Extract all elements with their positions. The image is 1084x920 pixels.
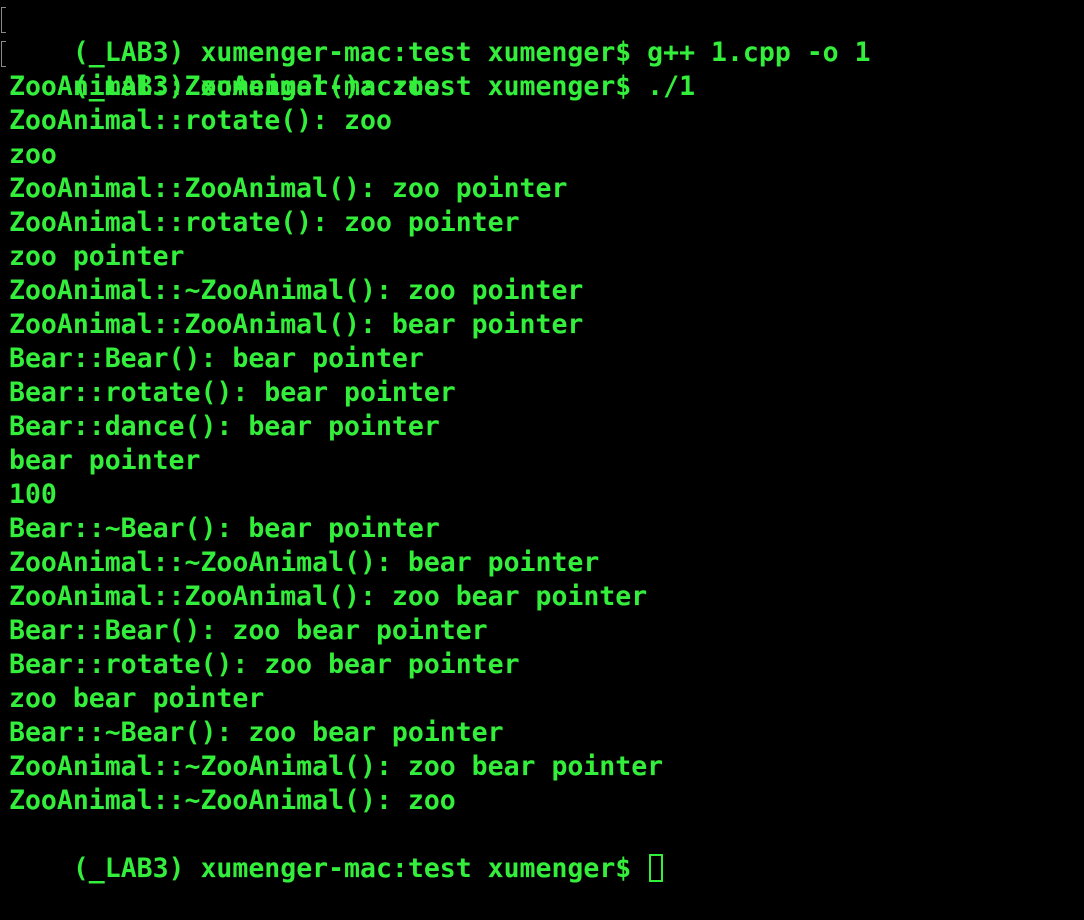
- line-marker: [1, 7, 6, 33]
- output-line: ZooAnimal::~ZooAnimal(): zoo bear pointe…: [9, 751, 664, 782]
- output-line: Bear::~Bear(): bear pointer: [9, 513, 440, 544]
- output-line: ZooAnimal::rotate(): zoo pointer: [9, 207, 520, 238]
- output-line: Bear::Bear(): bear pointer: [9, 343, 424, 374]
- output-line: Bear::dance(): bear pointer: [9, 411, 440, 442]
- output-line: ZooAnimal::ZooAnimal(): zoo: [9, 71, 440, 102]
- line-marker: [1, 41, 6, 67]
- output-line: Bear::Bear(): zoo bear pointer: [9, 615, 488, 646]
- terminal-window[interactable]: (_LAB3) xumenger-mac:test xumenger$ g++ …: [0, 0, 1084, 884]
- output-line: ZooAnimal::ZooAnimal(): bear pointer: [9, 309, 584, 340]
- output-line: zoo bear pointer: [9, 683, 265, 714]
- output-line: Bear::rotate(): bear pointer: [9, 377, 456, 408]
- command-line: (_LAB3) xumenger-mac:test xumenger$ ./1: [1, 36, 1084, 102]
- output-line: ZooAnimal::~ZooAnimal(): zoo: [9, 785, 456, 816]
- output-line: ZooAnimal::~ZooAnimal(): bear pointer: [9, 547, 600, 578]
- text-cursor[interactable]: [649, 853, 664, 882]
- output-line: Bear::rotate(): zoo bear pointer: [9, 649, 520, 680]
- output-line: zoo: [9, 139, 57, 170]
- shell-prompt: (_LAB3) xumenger-mac:test xumenger$: [72, 853, 648, 884]
- output-line: ZooAnimal::~ZooAnimal(): zoo pointer: [9, 275, 584, 306]
- output-line: bear pointer: [9, 445, 201, 476]
- command-line: (_LAB3) xumenger-mac:test xumenger$ g++ …: [1, 2, 1084, 68]
- output-line: 100: [9, 479, 57, 510]
- output-line: ZooAnimal::rotate(): zoo: [9, 105, 392, 136]
- output-line: ZooAnimal::ZooAnimal(): zoo bear pointer: [9, 581, 648, 612]
- output-line: ZooAnimal::ZooAnimal(): zoo pointer: [9, 173, 568, 204]
- prompt-line[interactable]: (_LAB3) xumenger-mac:test xumenger$: [9, 818, 1084, 884]
- output-line: zoo pointer: [9, 241, 185, 272]
- output-line: Bear::~Bear(): zoo bear pointer: [9, 717, 504, 748]
